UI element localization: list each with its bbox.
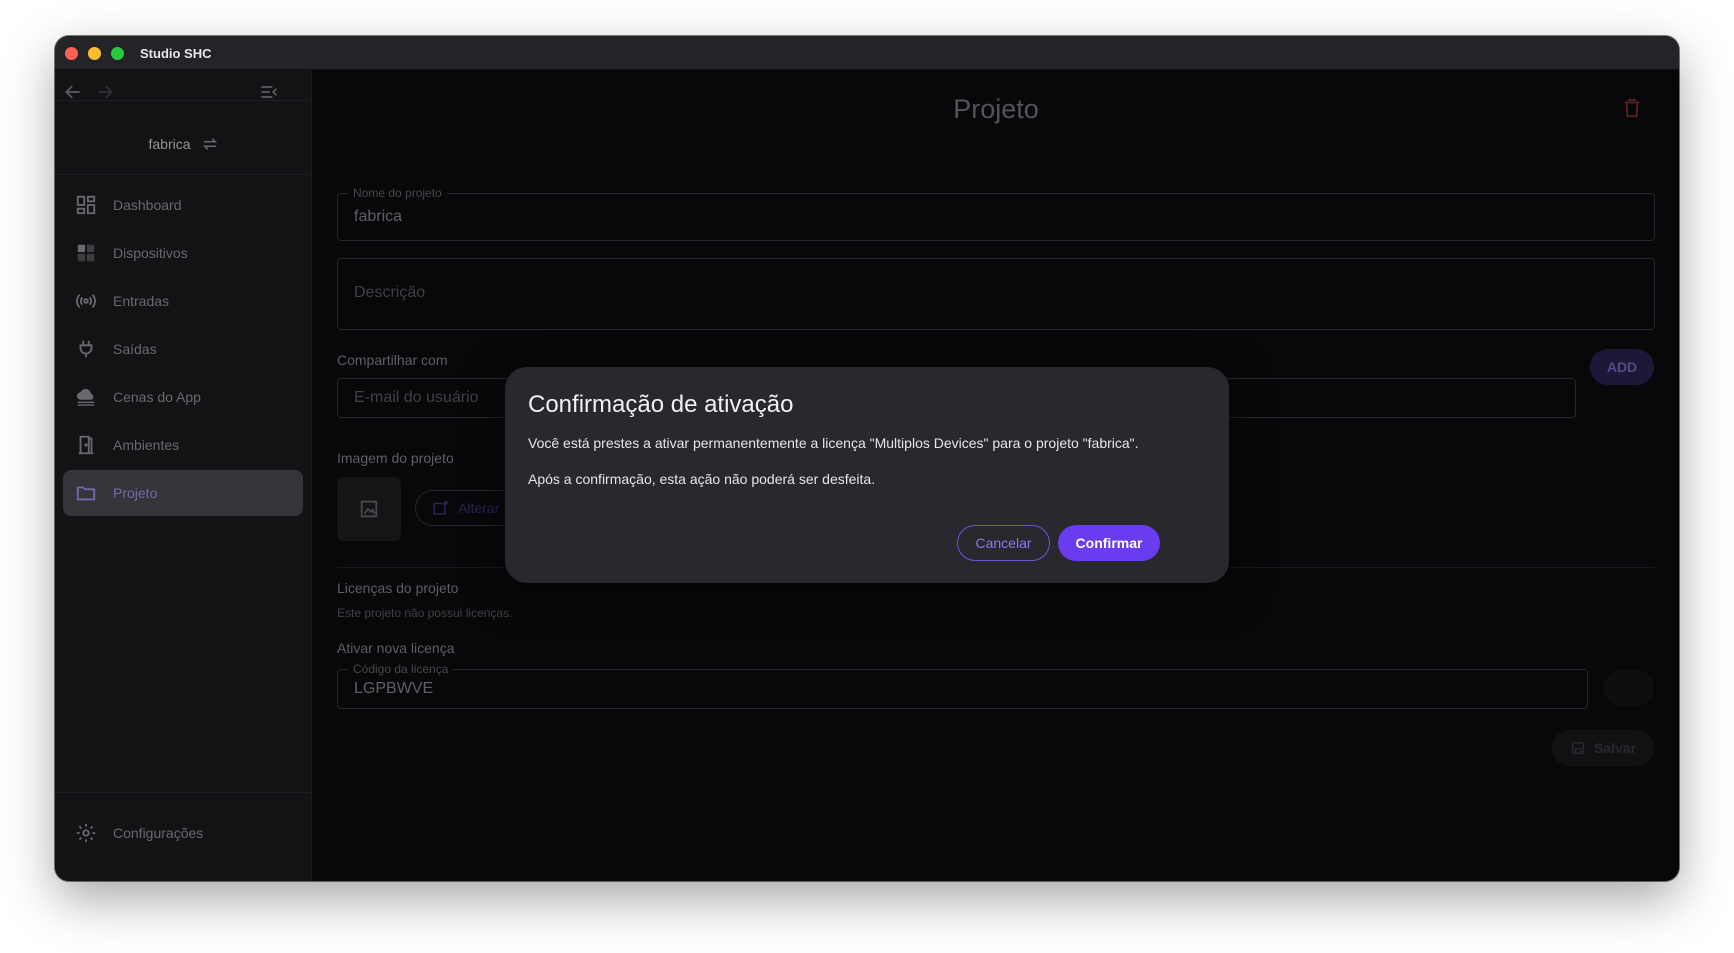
cancel-button[interactable]: Cancelar xyxy=(957,525,1050,561)
dialog-warning: Após a confirmação, esta ação não poderá… xyxy=(528,471,876,487)
close-window-button[interactable] xyxy=(65,47,78,60)
maximize-window-button[interactable] xyxy=(111,47,124,60)
dialog-message: Você está prestes a ativar permanentemen… xyxy=(528,435,1139,451)
dialog-title: Confirmação de ativação xyxy=(528,391,794,418)
app-window: Studio SHC fabrica Dashboard Dispositivo… xyxy=(55,36,1679,881)
title-bar: Studio SHC xyxy=(55,36,1679,70)
activation-confirmation-dialog: Confirmação de ativação Você está preste… xyxy=(505,367,1229,583)
window-title: Studio SHC xyxy=(140,46,212,61)
confirm-button[interactable]: Confirmar xyxy=(1058,525,1160,561)
minimize-window-button[interactable] xyxy=(88,47,101,60)
